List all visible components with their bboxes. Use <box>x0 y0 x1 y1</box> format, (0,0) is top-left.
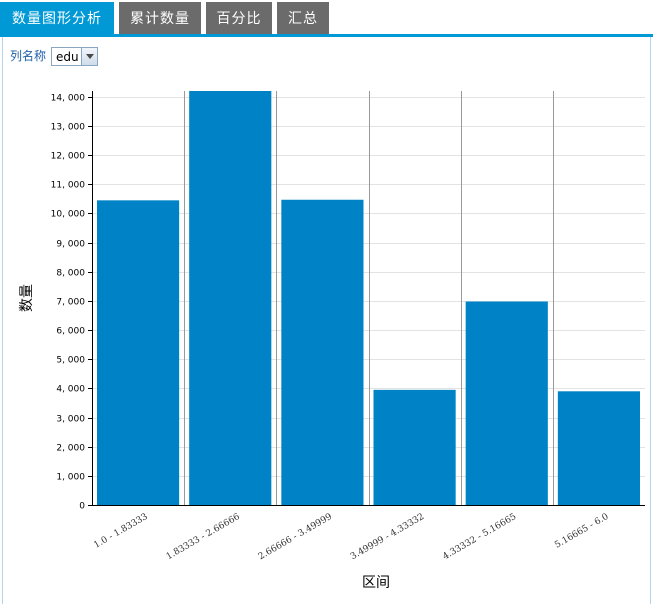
y-tick-label: 9, 000 <box>56 240 85 250</box>
y-tick-label: 7, 000 <box>56 298 85 308</box>
y-tick-label: 3, 000 <box>56 415 85 425</box>
y-tick-label: 12, 000 <box>51 152 86 162</box>
y-tick-label: 2, 000 <box>56 444 85 454</box>
y-tick-label: 4, 000 <box>56 385 85 395</box>
bar-5 <box>465 301 548 505</box>
x-axis-title: 区间 <box>362 575 390 591</box>
y-tick-label: 8, 000 <box>56 269 85 279</box>
histogram-chart: 1.0 - 1.83333 1.83333 - 2.66666 2.66666 - … <box>19 91 645 591</box>
x-tick-label: 1.0 - 1.83333 <box>92 512 149 551</box>
y-tick-label: 0 <box>79 502 85 512</box>
y-tick-label: 10, 000 <box>51 210 86 220</box>
x-tick-label: 4.33332 - 5.16665 <box>441 512 518 562</box>
bar-1 <box>97 200 180 505</box>
bar-2 <box>189 91 272 505</box>
y-tick-label: 14, 000 <box>51 94 86 104</box>
bar-6 <box>557 391 640 505</box>
y-axis-title: 数量 <box>19 284 35 312</box>
y-tick-label: 13, 000 <box>51 123 86 133</box>
x-tick-label: 1.83333 - 2.66666 <box>165 512 242 562</box>
x-tick-label: 2.66666 - 3.49999 <box>257 512 334 562</box>
app-root: 数量图形分析 累计数量 百分比 汇总 列名称 edu 1.0 - 1.83333… <box>0 0 653 604</box>
y-tick-label: 5, 000 <box>56 356 85 366</box>
y-tick-label: 1, 000 <box>56 473 85 483</box>
y-tick-label: 11, 000 <box>51 181 86 191</box>
bar-4 <box>373 389 456 505</box>
y-tick-label: 6, 000 <box>56 327 85 337</box>
bar-3 <box>281 199 364 505</box>
x-tick-label: 5.16665 - 6.0 <box>553 512 610 551</box>
x-tick-label: 3.49999 - 4.33332 <box>349 512 426 562</box>
